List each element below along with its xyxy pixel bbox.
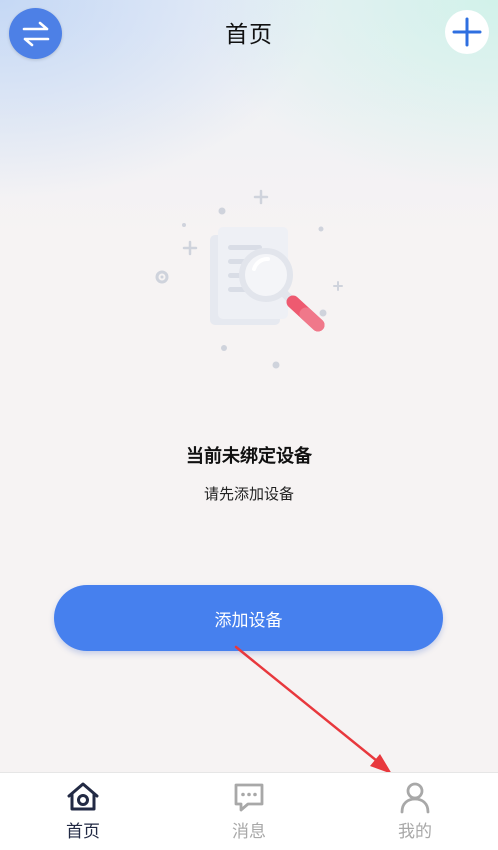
document-search-icon — [155, 189, 343, 369]
tab-messages-label: 消息 — [232, 822, 266, 842]
plus-icon — [452, 17, 482, 47]
add-device-button[interactable]: 添加设备 — [54, 585, 443, 651]
header: 首页 — [0, 0, 498, 66]
message-icon — [234, 783, 264, 812]
empty-state-title: 当前未绑定设备 — [186, 446, 312, 467]
user-icon — [400, 782, 430, 814]
add-button[interactable] — [445, 10, 489, 54]
tab-home[interactable]: 首页 — [0, 773, 166, 850]
empty-state-subtitle: 请先添加设备 — [203, 485, 294, 503]
add-device-label: 添加设备 — [214, 610, 283, 630]
tab-mine[interactable]: 我的 — [332, 773, 498, 850]
tab-home-label: 首页 — [66, 822, 100, 842]
tab-bar: 首页 消息 我的 — [0, 772, 498, 850]
tab-messages[interactable]: 消息 — [166, 773, 332, 850]
page-title: 首页 — [225, 22, 273, 48]
tab-mine-label: 我的 — [398, 822, 432, 842]
home-icon — [67, 782, 99, 811]
page-background — [0, 0, 498, 772]
